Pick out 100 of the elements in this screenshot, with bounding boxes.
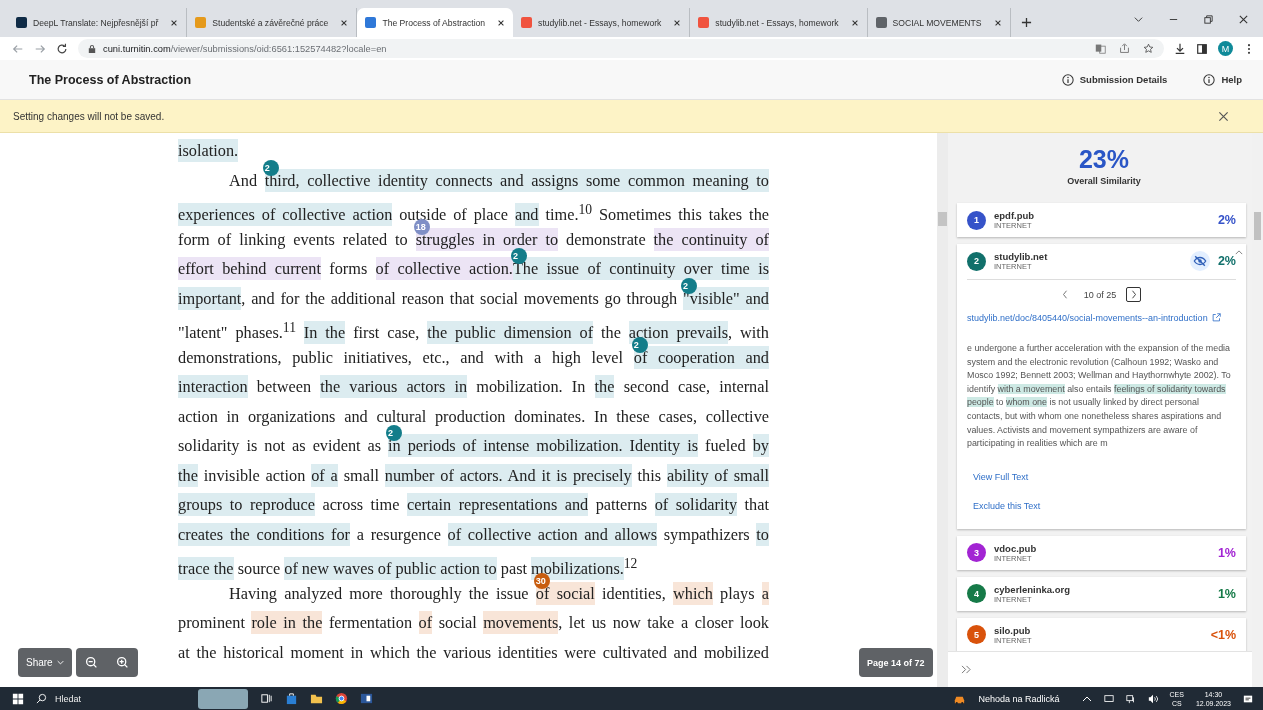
highlighted-text[interactable]: certain representations and — [406, 493, 589, 516]
chevron-right-icon — [1130, 290, 1137, 299]
header-link[interactable]: Help — [1200, 70, 1245, 89]
hide-source-button[interactable] — [1189, 251, 1210, 271]
notification-text[interactable]: Nehoda na Radlická — [978, 693, 1060, 704]
windows-logo-icon[interactable] — [12, 692, 24, 705]
caret-up-icon[interactable] — [1235, 250, 1243, 255]
browser-tab[interactable]: The Process of Abstraction — [357, 8, 514, 37]
address-field[interactable]: cuni.turnitin.com/viewer/submissions/oid:6561:152574482?locale=en — [78, 39, 1164, 58]
source-number: 3 — [967, 543, 986, 563]
highlighted-text[interactable]: the — [178, 463, 198, 487]
highlighted-text[interactable]: the various actors in — [320, 375, 468, 398]
next-button[interactable] — [1126, 287, 1142, 302]
scrollbar-thumb[interactable] — [1254, 212, 1261, 240]
highlighted-text[interactable]: effort behind current — [178, 257, 321, 280]
restore-icon[interactable] — [1203, 14, 1214, 25]
monitor-icon[interactable] — [1103, 693, 1114, 704]
highlighted-text[interactable]: number of actors. And it is precisely — [384, 463, 632, 487]
highlighted-text[interactable]: groups to reproduce — [178, 493, 315, 516]
document-text: , let us now take a closer look — [558, 613, 769, 632]
document-text: invisible action — [202, 465, 307, 485]
source-number: 5 — [967, 625, 986, 645]
highlighted-text[interactable]: interaction — [178, 375, 248, 398]
highlighted-text[interactable]: ability of small — [666, 463, 769, 487]
source-card[interactable] — [957, 244, 1246, 529]
close-icon[interactable] — [993, 18, 1002, 27]
document-text: And — [229, 170, 259, 190]
network-icon[interactable] — [1125, 693, 1136, 704]
document-text: past — [499, 559, 529, 579]
landscape-picture[interactable] — [198, 688, 248, 709]
profile-avatar[interactable]: M — [1218, 41, 1233, 56]
document-text: plays — [719, 583, 756, 603]
highlighted-text[interactable]: role in the — [251, 611, 323, 634]
reload-icon[interactable] — [56, 42, 68, 55]
close-icon[interactable] — [170, 18, 179, 27]
detail-link[interactable]: View Full Text — [967, 464, 1236, 489]
highlighted-text[interactable]: important — [178, 286, 242, 310]
double-chevron-icon[interactable] — [961, 665, 972, 674]
document-text: between — [255, 377, 313, 396]
chevron-down-icon[interactable] — [1133, 14, 1144, 25]
document-text: form of linking events related to — [178, 229, 409, 249]
star-icon[interactable] — [1143, 43, 1154, 54]
download-icon[interactable] — [1174, 42, 1186, 55]
highlighted-text[interactable]: of collective action and allows — [447, 522, 658, 546]
highlighted-text[interactable]: of new waves of public action to — [284, 557, 497, 581]
highlighted-text[interactable]: to — [756, 522, 769, 546]
speaker-icon[interactable] — [1147, 693, 1158, 704]
close-icon[interactable] — [497, 18, 506, 27]
highlighted-text[interactable]: isolation. — [178, 139, 239, 162]
close-icon[interactable] — [673, 18, 682, 27]
translate-icon[interactable] — [1095, 43, 1106, 54]
highlighted-text[interactable]: of a — [311, 463, 338, 487]
shopping-bag-icon[interactable] — [285, 692, 298, 705]
close-icon[interactable] — [1238, 14, 1249, 25]
highlighted-text[interactable]: the — [594, 375, 615, 398]
highlighted-text[interactable]: In the — [303, 321, 346, 345]
document-app-icon[interactable] — [360, 692, 373, 705]
highlighted-text[interactable]: the continuity of — [653, 227, 769, 251]
scrollbar-thumb[interactable] — [938, 212, 947, 226]
highlighted-text[interactable]: by — [752, 434, 769, 457]
source-percent: 2% — [1217, 254, 1236, 268]
highlighted-text[interactable]: the public dimension of — [427, 321, 594, 345]
highlighted-text[interactable]: and — [515, 203, 539, 227]
highlighted-text[interactable]: which — [673, 581, 713, 605]
close-icon[interactable] — [340, 18, 349, 27]
search-field[interactable]: Hledat — [36, 693, 186, 704]
document-text: action in organizations and cultural production dominates. In these cases, collective — [178, 406, 769, 426]
highlighted-text[interactable]: of collective action. — [375, 257, 513, 280]
source-excerpt: e undergone a further acceleration with the expansion of the media system and the electronic revolution (Calhoun 1992; Wasko and Mosco 1992; Bennett 2003; Wellman and Haythornwhyte 2002). To identify with a movement also entails feelings of solidarity towards people to whom one is not usually linked by direct personal contacts, but with whom one nonetheless shares aspirations and values. Activists and movement sympathizers are aware of participating in realities which are m — [967, 342, 1232, 451]
document-text: mobilization. In — [475, 377, 587, 396]
highlighted-text[interactable]: of solidarity — [654, 493, 738, 516]
new-tab-icon[interactable] — [1020, 17, 1032, 28]
match-badge[interactable]: 2 — [386, 425, 403, 441]
previous-icon[interactable] — [1061, 290, 1068, 299]
task-view-icon[interactable] — [260, 692, 273, 705]
lock-icon — [88, 43, 96, 54]
highlighted-text[interactable]: creates the conditions for — [178, 522, 350, 546]
highlighted-text[interactable]: movements — [483, 611, 559, 634]
folder-icon[interactable] — [310, 692, 323, 705]
notification-icon[interactable] — [1243, 693, 1253, 704]
source-link[interactable]: studylib.net/doc/8405440/social-movements--an-introduction — [967, 313, 1208, 323]
close-icon[interactable] — [1218, 110, 1229, 122]
highlighted-text[interactable]: experiences of collective action — [178, 203, 393, 227]
highlighted-text[interactable]: of — [418, 611, 433, 634]
share-button[interactable]: Share — [18, 648, 72, 677]
highlighted-text[interactable]: trace the — [178, 557, 234, 581]
document-text: sympathizers — [662, 524, 751, 544]
close-icon[interactable] — [850, 18, 859, 27]
info-icon — [1203, 73, 1216, 86]
document-text: time.$^{10}$ Sometimes this takes the — [544, 205, 769, 225]
external-link-icon[interactable] — [1211, 313, 1221, 322]
highlighted-text[interactable]: a — [761, 581, 769, 605]
share-icon[interactable] — [1119, 43, 1130, 54]
header-link[interactable]: Submission Details — [1058, 70, 1171, 89]
detail-link[interactable]: Exclude this Text — [967, 493, 1236, 518]
browser-icon[interactable] — [335, 692, 348, 705]
document-text: "latent" phases.$^{11}$ — [178, 323, 297, 343]
side-panel-icon[interactable] — [1196, 42, 1208, 55]
match-badge[interactable]: 2 — [262, 159, 279, 176]
document-text: 12 — [623, 559, 638, 573]
